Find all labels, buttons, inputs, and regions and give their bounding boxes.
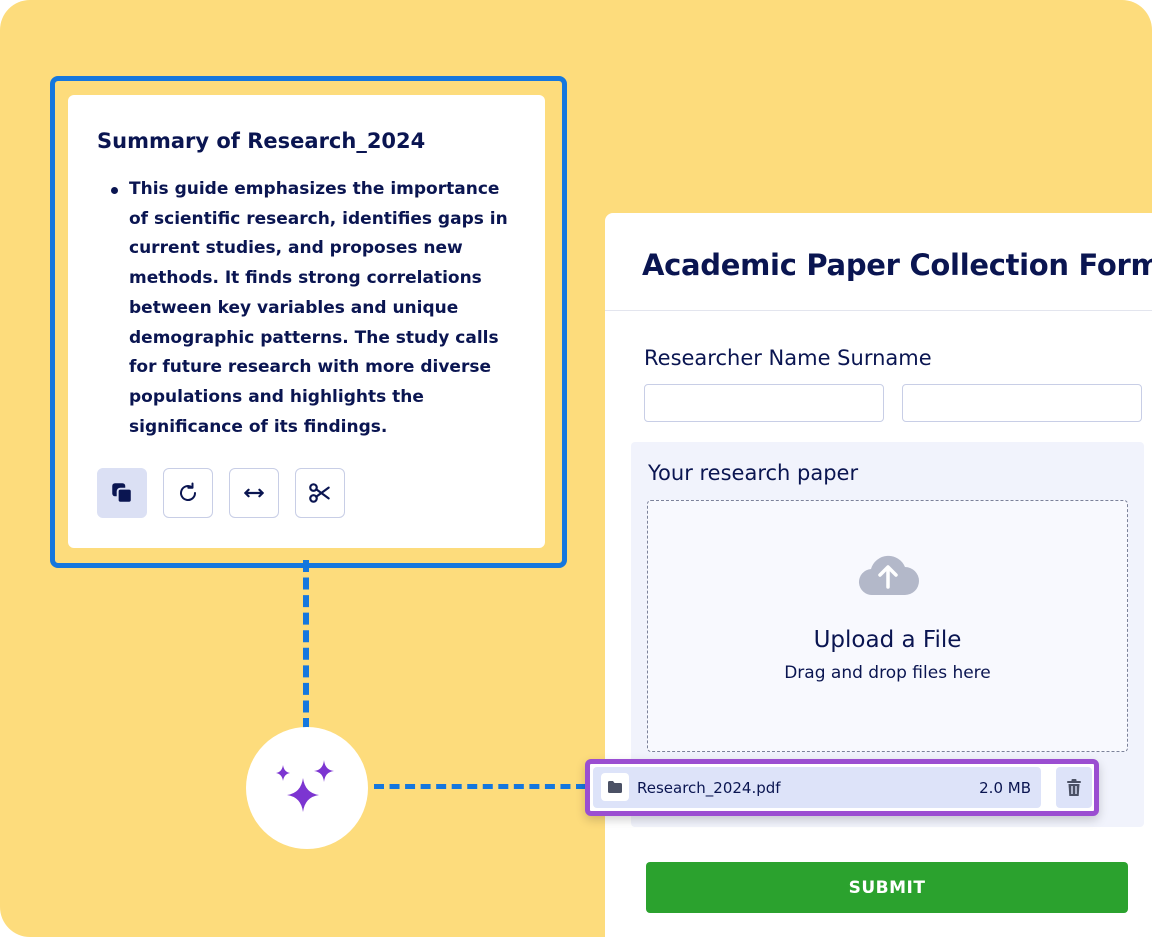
summary-title: Summary of Research_2024	[97, 129, 426, 153]
upload-subtitle: Drag and drop files here	[784, 663, 991, 683]
trash-icon	[1067, 778, 1081, 796]
submit-button[interactable]: SUBMIT	[646, 862, 1128, 913]
sparkles-icon	[276, 760, 334, 812]
name-field-label: Researcher Name Surname	[644, 346, 932, 370]
last-name-input[interactable]	[902, 384, 1142, 422]
folder-icon	[601, 773, 629, 801]
expand-icon	[244, 488, 264, 498]
summary-card: Summary of Research_2024 This guide emph…	[68, 95, 545, 548]
summary-toolbar	[97, 468, 345, 518]
delete-file-button[interactable]	[1056, 767, 1092, 808]
expand-button[interactable]	[229, 468, 279, 518]
scissors-icon	[309, 483, 330, 503]
form-title: Academic Paper Collection Form	[642, 248, 1152, 282]
uploaded-file-item: Research_2024.pdf 2.0 MB	[585, 759, 1099, 816]
ai-badge	[246, 727, 368, 849]
file-info: Research_2024.pdf 2.0 MB	[593, 767, 1041, 808]
copy-icon	[112, 483, 133, 504]
file-dropzone[interactable]: Upload a File Drag and drop files here	[647, 500, 1128, 752]
copy-button[interactable]	[97, 468, 147, 518]
refresh-icon	[180, 482, 196, 502]
connector-vertical	[303, 560, 309, 730]
upload-title: Upload a File	[813, 627, 962, 653]
paper-collection-form: Academic Paper Collection Form Researche…	[605, 213, 1152, 937]
file-size: 2.0 MB	[979, 779, 1031, 797]
first-name-input[interactable]	[644, 384, 884, 422]
file-name: Research_2024.pdf	[637, 779, 781, 797]
regenerate-button[interactable]	[163, 468, 213, 518]
form-divider	[605, 310, 1152, 311]
summary-list: This guide emphasizes the importance of …	[111, 175, 524, 442]
summary-bullet: This guide emphasizes the importance of …	[111, 175, 524, 442]
shorten-button[interactable]	[295, 468, 345, 518]
cloud-upload-icon	[858, 555, 919, 596]
connector-horizontal	[374, 784, 586, 789]
upload-field-label: Your research paper	[648, 461, 859, 485]
